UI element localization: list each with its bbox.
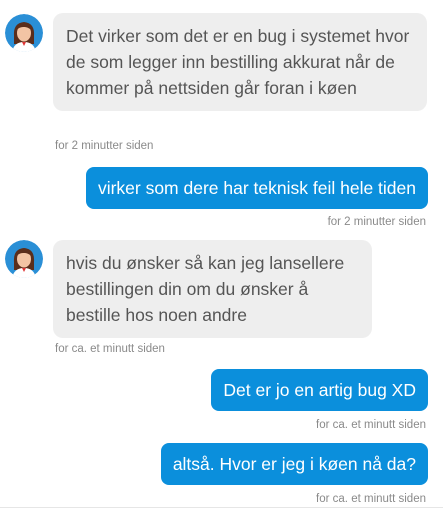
user-message-bubble: altså. Hvor er jeg i køen nå da? [160,443,428,485]
message-text: virker som dere har teknisk feil hele ti… [97,178,416,198]
user-message-bubble: virker som dere har teknisk feil hele ti… [85,167,428,209]
message-text: altså. Hvor er jeg i køen nå da? [172,454,416,474]
agent-avatar-icon [5,240,43,278]
agent-avatar-icon [5,14,43,52]
message-timestamp: for 2 minutter siden [327,216,426,228]
chat-transcript: Det virker som det er en bug i systemet … [0,0,443,526]
message-text: Det virker som det er en bug i systemet … [66,26,410,98]
message-text: Det er jo en artig bug XD [223,380,416,400]
message-timestamp: for ca. et minutt siden [316,419,426,431]
message-timestamp: for ca. et minutt siden [55,343,165,355]
message-timestamp: for 2 minutter siden [55,140,154,152]
message-timestamp: for ca. et minutt siden [316,493,426,505]
message-text: hvis du ønsker så kan jeg lansellere bes… [66,253,345,325]
user-message-bubble: Det er jo en artig bug XD [211,369,428,411]
agent-message-bubble: hvis du ønsker så kan jeg lansellere bes… [53,240,372,338]
agent-message-bubble: Det virker som det er en bug i systemet … [53,13,427,111]
composer-divider [0,507,443,508]
